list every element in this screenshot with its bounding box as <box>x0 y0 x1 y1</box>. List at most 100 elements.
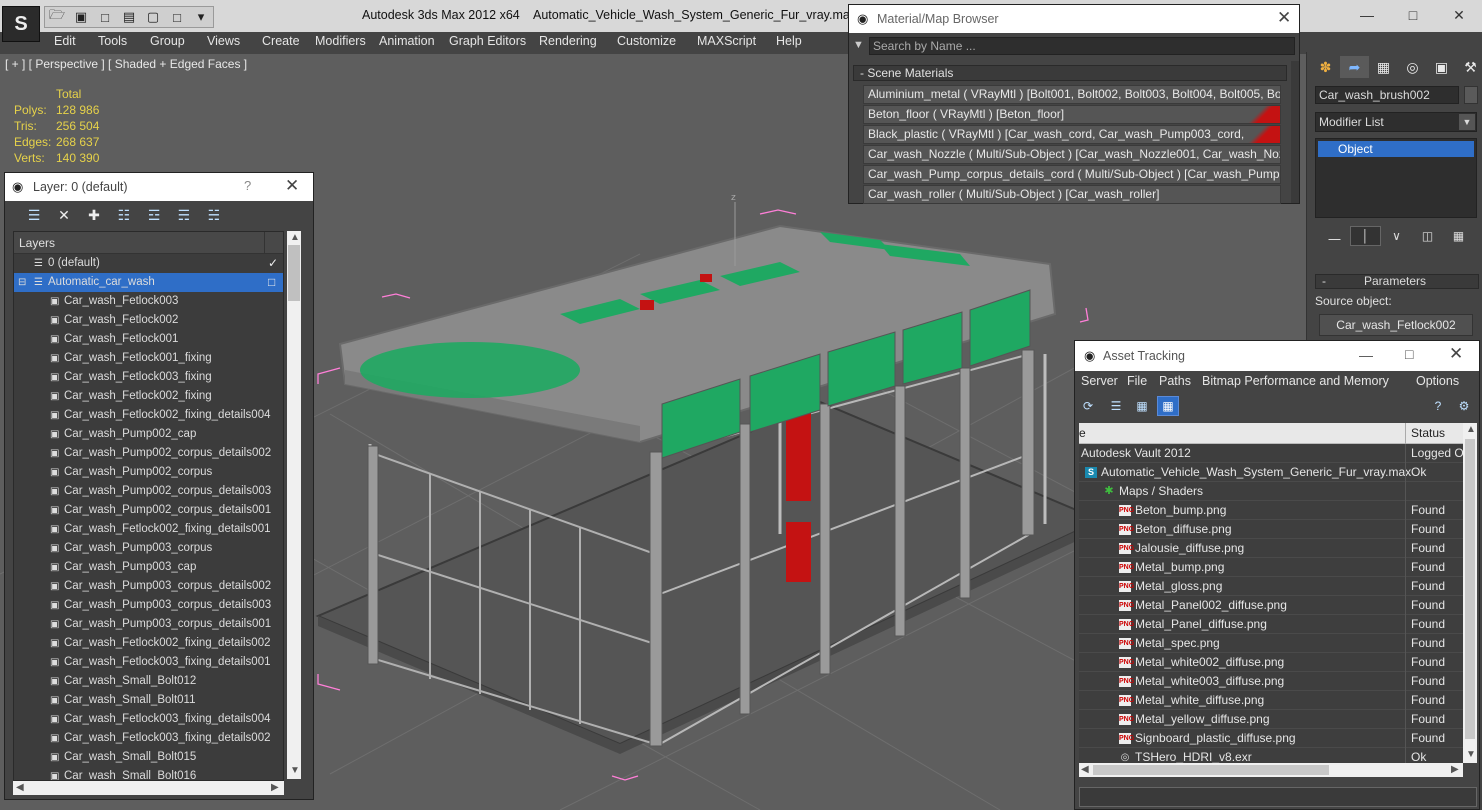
asset-row[interactable]: PNG Metal_bump.png Found <box>1079 558 1463 577</box>
layer-horizontal-scrollbar[interactable]: ◀ ▶ <box>13 781 284 795</box>
delete-icon[interactable]: ✕ <box>49 204 79 226</box>
layer-column-header[interactable]: Layers <box>14 232 283 254</box>
add-icon[interactable]: ✚ <box>79 204 109 226</box>
menu-customize[interactable]: Customize <box>617 34 676 48</box>
asset-row[interactable]: ◎ TSHero_HDRI_v8.exr Ok <box>1079 748 1463 763</box>
current-layer-check-icon[interactable]: ✓ <box>268 254 278 273</box>
viewport-label[interactable]: [ + ] [ Perspective ] [ Shaded + Edged F… <box>5 57 247 71</box>
set-current-layer-icon[interactable]: □ <box>268 273 275 292</box>
asset-row[interactable]: PNG Metal_gloss.png Found <box>1079 577 1463 596</box>
menu-views[interactable]: Views <box>207 34 240 48</box>
asset-table[interactable]: e Status Autodesk Vault 2012 Logged O S Aut… <box>1079 423 1463 763</box>
layer-explorer-header[interactable]: ◉ Layer: 0 (default) ? ✕ <box>5 173 313 201</box>
close-icon[interactable]: ✕ <box>285 176 299 196</box>
asset-horizontal-scrollbar[interactable]: ◀ ▶ <box>1079 763 1463 777</box>
object-row[interactable]: ▣ Car_wash_Fetlock003 <box>14 292 283 311</box>
layer-row[interactable]: ☰ 0 (default) ✓ <box>14 254 283 273</box>
asset-column-header[interactable]: e Status <box>1079 423 1463 444</box>
object-row[interactable]: ▣ Car_wash_Small_Bolt016 <box>14 767 283 780</box>
parameters-rollout[interactable]: - Parameters <box>1315 274 1479 289</box>
menu-maxscript[interactable]: MAXScript <box>697 34 756 48</box>
scroll-right-icon[interactable]: ▶ <box>271 782 279 793</box>
pin-stack-icon[interactable]: ⎼ <box>1319 226 1350 246</box>
object-row[interactable]: ▣ Car_wash_Pump003_corpus_details002 <box>14 577 283 596</box>
help-icon[interactable]: ? <box>244 178 251 193</box>
material-row[interactable]: Beton_floor ( VRayMtl ) [Beton_floor] <box>863 105 1281 124</box>
object-row[interactable]: ▣ Car_wash_Pump002_cap <box>14 425 283 444</box>
asset-row[interactable]: PNG Beton_bump.png Found <box>1079 501 1463 520</box>
modifier-list-dropdown[interactable]: Modifier List ▼ <box>1315 112 1477 132</box>
object-row[interactable]: ▣ Car_wash_Fetlock001_fixing <box>14 349 283 368</box>
material-row[interactable]: Black_plastic ( VRayMtl ) [Car_wash_cord… <box>863 125 1281 144</box>
menu-options[interactable]: Options <box>1416 374 1459 388</box>
modify-icon[interactable]: ➦ <box>1340 56 1369 78</box>
object-name-field[interactable]: Car_wash_brush002 <box>1315 86 1459 104</box>
utilities-icon[interactable]: ⚒ <box>1456 56 1482 78</box>
asset-row[interactable]: S Automatic_Vehicle_Wash_System_Generic_F… <box>1079 463 1463 482</box>
object-row[interactable]: ▣ Car_wash_Fetlock003_fixing_details002 <box>14 729 283 748</box>
asset-row[interactable]: PNG Metal_Panel002_diffuse.png Found <box>1079 596 1463 615</box>
menu-tools[interactable]: Tools <box>98 34 127 48</box>
material-search-input[interactable]: Search by Name ... <box>869 37 1295 55</box>
scrollbar-thumb[interactable] <box>1093 765 1329 775</box>
scrollbar-thumb[interactable] <box>288 245 300 301</box>
object-row[interactable]: ▣ Car_wash_Pump003_corpus_details003 <box>14 596 283 615</box>
asset-vertical-scrollbar[interactable]: ▲ ▼ <box>1463 423 1477 763</box>
object-row[interactable]: ▣ Car_wash_Pump003_corpus <box>14 539 283 558</box>
asset-tracking-header[interactable]: ◉ Asset Tracking — □ ✕ <box>1075 341 1479 371</box>
freeze-icon[interactable]: ☵ <box>199 204 229 226</box>
menu-server[interactable]: Server <box>1081 374 1118 388</box>
hide-icon[interactable]: ☴ <box>169 204 199 226</box>
status-column-header[interactable]: Status <box>1411 426 1445 440</box>
3ds-max-logo-icon[interactable]: S <box>2 6 40 42</box>
refresh-icon[interactable]: ⟳ <box>1077 396 1099 416</box>
scrollbar-thumb[interactable] <box>1465 439 1475 739</box>
scroll-left-icon[interactable]: ◀ <box>1081 764 1089 775</box>
menu-edit[interactable]: Edit <box>54 34 76 48</box>
configure-modifier-sets-icon[interactable]: ▦ <box>1443 226 1474 246</box>
scroll-right-icon[interactable]: ▶ <box>1451 764 1459 775</box>
new-layer-icon[interactable]: ☰ <box>19 204 49 226</box>
scroll-left-icon[interactable]: ◀ <box>16 782 24 793</box>
material-row[interactable]: Aluminium_metal ( VRayMtl ) [Bolt001, Bo… <box>863 85 1281 104</box>
source-object-button[interactable]: Car_wash_Fetlock002 <box>1319 314 1473 336</box>
scroll-up-icon[interactable]: ▲ <box>290 232 300 243</box>
menu-group[interactable]: Group <box>150 34 185 48</box>
scroll-down-icon[interactable]: ▼ <box>290 765 300 776</box>
menu-help[interactable]: Help <box>776 34 802 48</box>
object-row[interactable]: ▣ Car_wash_Pump002_corpus <box>14 463 283 482</box>
object-row[interactable]: ▣ Car_wash_Pump002_corpus_details002 <box>14 444 283 463</box>
list-view-icon[interactable]: ☰ <box>1105 396 1127 416</box>
asset-row[interactable]: PNG Beton_diffuse.png Found <box>1079 520 1463 539</box>
minimize-icon[interactable]: — <box>1344 0 1390 30</box>
object-row[interactable]: ▣ Car_wash_Fetlock003_fixing_details001 <box>14 653 283 672</box>
close-icon[interactable]: ✕ <box>1277 8 1291 28</box>
asset-row[interactable]: PNG Metal_yellow_diffuse.png Found <box>1079 710 1463 729</box>
display-icon[interactable]: ▣ <box>1427 56 1456 78</box>
material-row[interactable]: Car_wash_roller ( Multi/Sub-Object ) [Ca… <box>863 185 1281 204</box>
asset-row[interactable]: PNG Jalousie_diffuse.png Found <box>1079 539 1463 558</box>
help-icon[interactable]: ? <box>1427 396 1449 416</box>
scroll-up-icon[interactable]: ▲ <box>1466 424 1476 435</box>
object-row[interactable]: ▣ Car_wash_Fetlock003_fixing <box>14 368 283 387</box>
scroll-down-icon[interactable]: ▼ <box>1466 749 1476 760</box>
asset-row[interactable]: PNG Metal_white002_diffuse.png Found <box>1079 653 1463 672</box>
settings-icon[interactable]: ⚙ <box>1453 396 1475 416</box>
object-row[interactable]: ▣ Car_wash_Small_Bolt012 <box>14 672 283 691</box>
undo-icon[interactable]: ▤ <box>117 7 141 27</box>
object-row[interactable]: ▣ Car_wash_Small_Bolt011 <box>14 691 283 710</box>
layer-vertical-scrollbar[interactable]: ▲ ▼ <box>287 231 301 779</box>
object-row[interactable]: ▣ Car_wash_Small_Bolt015 <box>14 748 283 767</box>
menu-modifiers[interactable]: Modifiers <box>315 34 366 48</box>
menu-create[interactable]: Create <box>262 34 300 48</box>
asset-row[interactable]: PNG Signboard_plastic_diffuse.png Found <box>1079 729 1463 748</box>
menu-paths[interactable]: Paths <box>1159 374 1191 388</box>
asset-row[interactable]: PNG Metal_spec.png Found <box>1079 634 1463 653</box>
filter-dropdown-icon[interactable]: ▼ <box>853 39 864 51</box>
material-browser-header[interactable]: ◉ Material/Map Browser ✕ <box>849 5 1299 33</box>
menu-bitmap-performance[interactable]: Bitmap Performance and Memory <box>1202 374 1389 388</box>
motion-icon[interactable]: ◎ <box>1398 56 1427 78</box>
object-row[interactable]: ▣ Car_wash_Pump002_corpus_details001 <box>14 501 283 520</box>
menu-rendering[interactable]: Rendering <box>539 34 597 48</box>
object-row[interactable]: ▣ Car_wash_Fetlock002_fixing_details004 <box>14 406 283 425</box>
